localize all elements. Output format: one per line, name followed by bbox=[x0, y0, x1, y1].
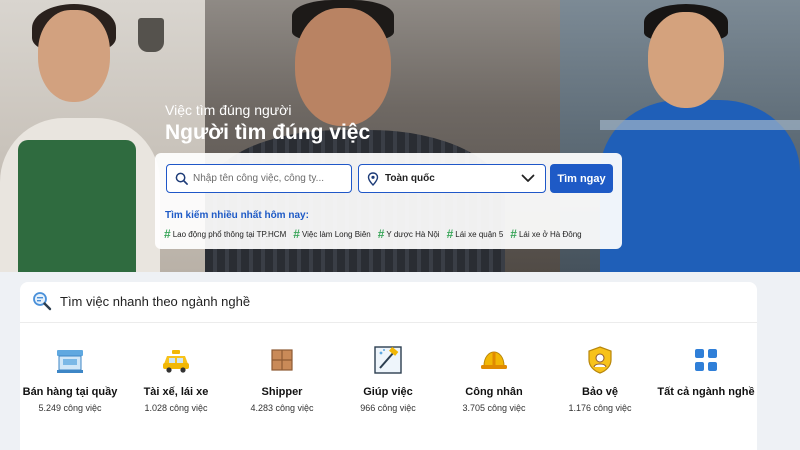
hash-icon: # bbox=[510, 227, 517, 241]
category-name: Bảo vệ bbox=[581, 386, 619, 398]
hash-icon: # bbox=[446, 227, 454, 241]
trending-tags: # Lao động phổ thông tại TP.HCM # Việc làm… bbox=[164, 227, 582, 241]
location-select[interactable]: Toàn quốc bbox=[358, 164, 546, 193]
trending-tag-label: Việc làm Long Biên bbox=[301, 229, 371, 239]
trending-tag[interactable]: # Lái xe ở Hà Đông bbox=[510, 227, 581, 241]
trending-tag[interactable]: # Lái xe quận 5 bbox=[447, 227, 504, 241]
category-name: Tất cả ngành nghề bbox=[657, 386, 755, 398]
hero-banner: Việc tìm đúng người Người tìm đúng việc … bbox=[0, 0, 800, 272]
category-item-worker[interactable]: Công nhân 3.705 công việc bbox=[439, 344, 549, 413]
category-item-housekeeping[interactable]: Giúp việc 966 công việc bbox=[333, 344, 443, 413]
location-value: Toàn quốc bbox=[385, 173, 435, 184]
chevron-down-icon bbox=[521, 174, 535, 182]
cleaning-icon bbox=[374, 346, 402, 374]
person-face bbox=[648, 12, 724, 108]
trending-tag-label: Lái xe ở Hà Đông bbox=[518, 229, 582, 239]
category-header: Tìm việc nhanh theo ngành nghề bbox=[32, 291, 250, 311]
category-name: Bán hàng tại quầy bbox=[22, 386, 118, 398]
job-search-field[interactable] bbox=[166, 164, 352, 193]
person-apron bbox=[18, 140, 136, 272]
category-count: 1.028 công việc bbox=[144, 403, 208, 413]
category-section: Tìm việc nhanh theo ngành nghề Bán hàng … bbox=[20, 282, 757, 450]
hash-icon: # bbox=[377, 227, 385, 241]
category-item-security[interactable]: Bảo vệ 1.176 công việc bbox=[545, 344, 655, 413]
job-search-input[interactable] bbox=[193, 173, 343, 184]
category-name: Tài xế, lái xe bbox=[143, 386, 209, 398]
hash-icon: # bbox=[293, 227, 300, 241]
trending-tag-label: Lao động phổ thông tại TP.HCM bbox=[172, 229, 287, 239]
search-button[interactable]: Tìm ngay bbox=[550, 164, 613, 193]
category-item-driver[interactable]: Tài xế, lái xe 1.028 công việc bbox=[121, 344, 231, 413]
person-face bbox=[295, 8, 391, 126]
lamp-decoration bbox=[138, 18, 164, 52]
category-item-shop-counter[interactable]: Bán hàng tại quầy 5.249 công việc bbox=[15, 344, 125, 413]
category-name: Giúp việc bbox=[363, 386, 413, 398]
hero-tagline-big: Người tìm đúng việc bbox=[165, 121, 371, 144]
category-count: 5.249 công việc bbox=[38, 403, 102, 413]
trending-tag[interactable]: # Việc làm Long Biên bbox=[293, 227, 370, 241]
location-pin-icon bbox=[367, 171, 379, 186]
grid-icon bbox=[695, 349, 717, 371]
trending-tag[interactable]: # Y dược Hà Nội bbox=[378, 227, 440, 241]
trending-tag-label: Lái xe quận 5 bbox=[455, 229, 504, 239]
trending-tag[interactable]: # Lao động phổ thông tại TP.HCM bbox=[164, 227, 286, 241]
divider bbox=[20, 322, 757, 323]
category-count: 3.705 công việc bbox=[462, 403, 526, 413]
boxes-icon bbox=[271, 349, 293, 371]
search-icon bbox=[175, 172, 188, 185]
trending-title: Tìm kiếm nhiều nhất hôm nay: bbox=[165, 210, 309, 221]
hash-icon: # bbox=[164, 227, 171, 241]
search-panel: Toàn quốc Tìm ngay Tìm kiếm nhiều nhất h… bbox=[155, 153, 622, 249]
hero-tagline-small: Việc tìm đúng người bbox=[165, 102, 292, 118]
category-name: Công nhân bbox=[465, 386, 523, 398]
reflective-stripe bbox=[600, 120, 800, 130]
category-count: 966 công việc bbox=[360, 403, 416, 413]
magnifier-icon bbox=[33, 292, 52, 311]
category-name: Shipper bbox=[261, 386, 303, 398]
trending-tag-label: Y dược Hà Nội bbox=[386, 229, 440, 239]
hard-hat-icon bbox=[481, 351, 507, 369]
category-title: Tìm việc nhanh theo ngành nghề bbox=[60, 293, 251, 309]
category-item-all[interactable]: Tất cả ngành nghề bbox=[651, 344, 761, 398]
category-item-shipper[interactable]: Shipper 4.283 công việc bbox=[227, 344, 337, 413]
category-count: 1.176 công việc bbox=[568, 403, 632, 413]
shop-counter-icon bbox=[57, 350, 83, 373]
taxi-icon bbox=[163, 350, 189, 373]
person-face bbox=[38, 10, 110, 102]
category-count: 4.283 công việc bbox=[250, 403, 314, 413]
guard-badge-icon bbox=[588, 346, 612, 374]
